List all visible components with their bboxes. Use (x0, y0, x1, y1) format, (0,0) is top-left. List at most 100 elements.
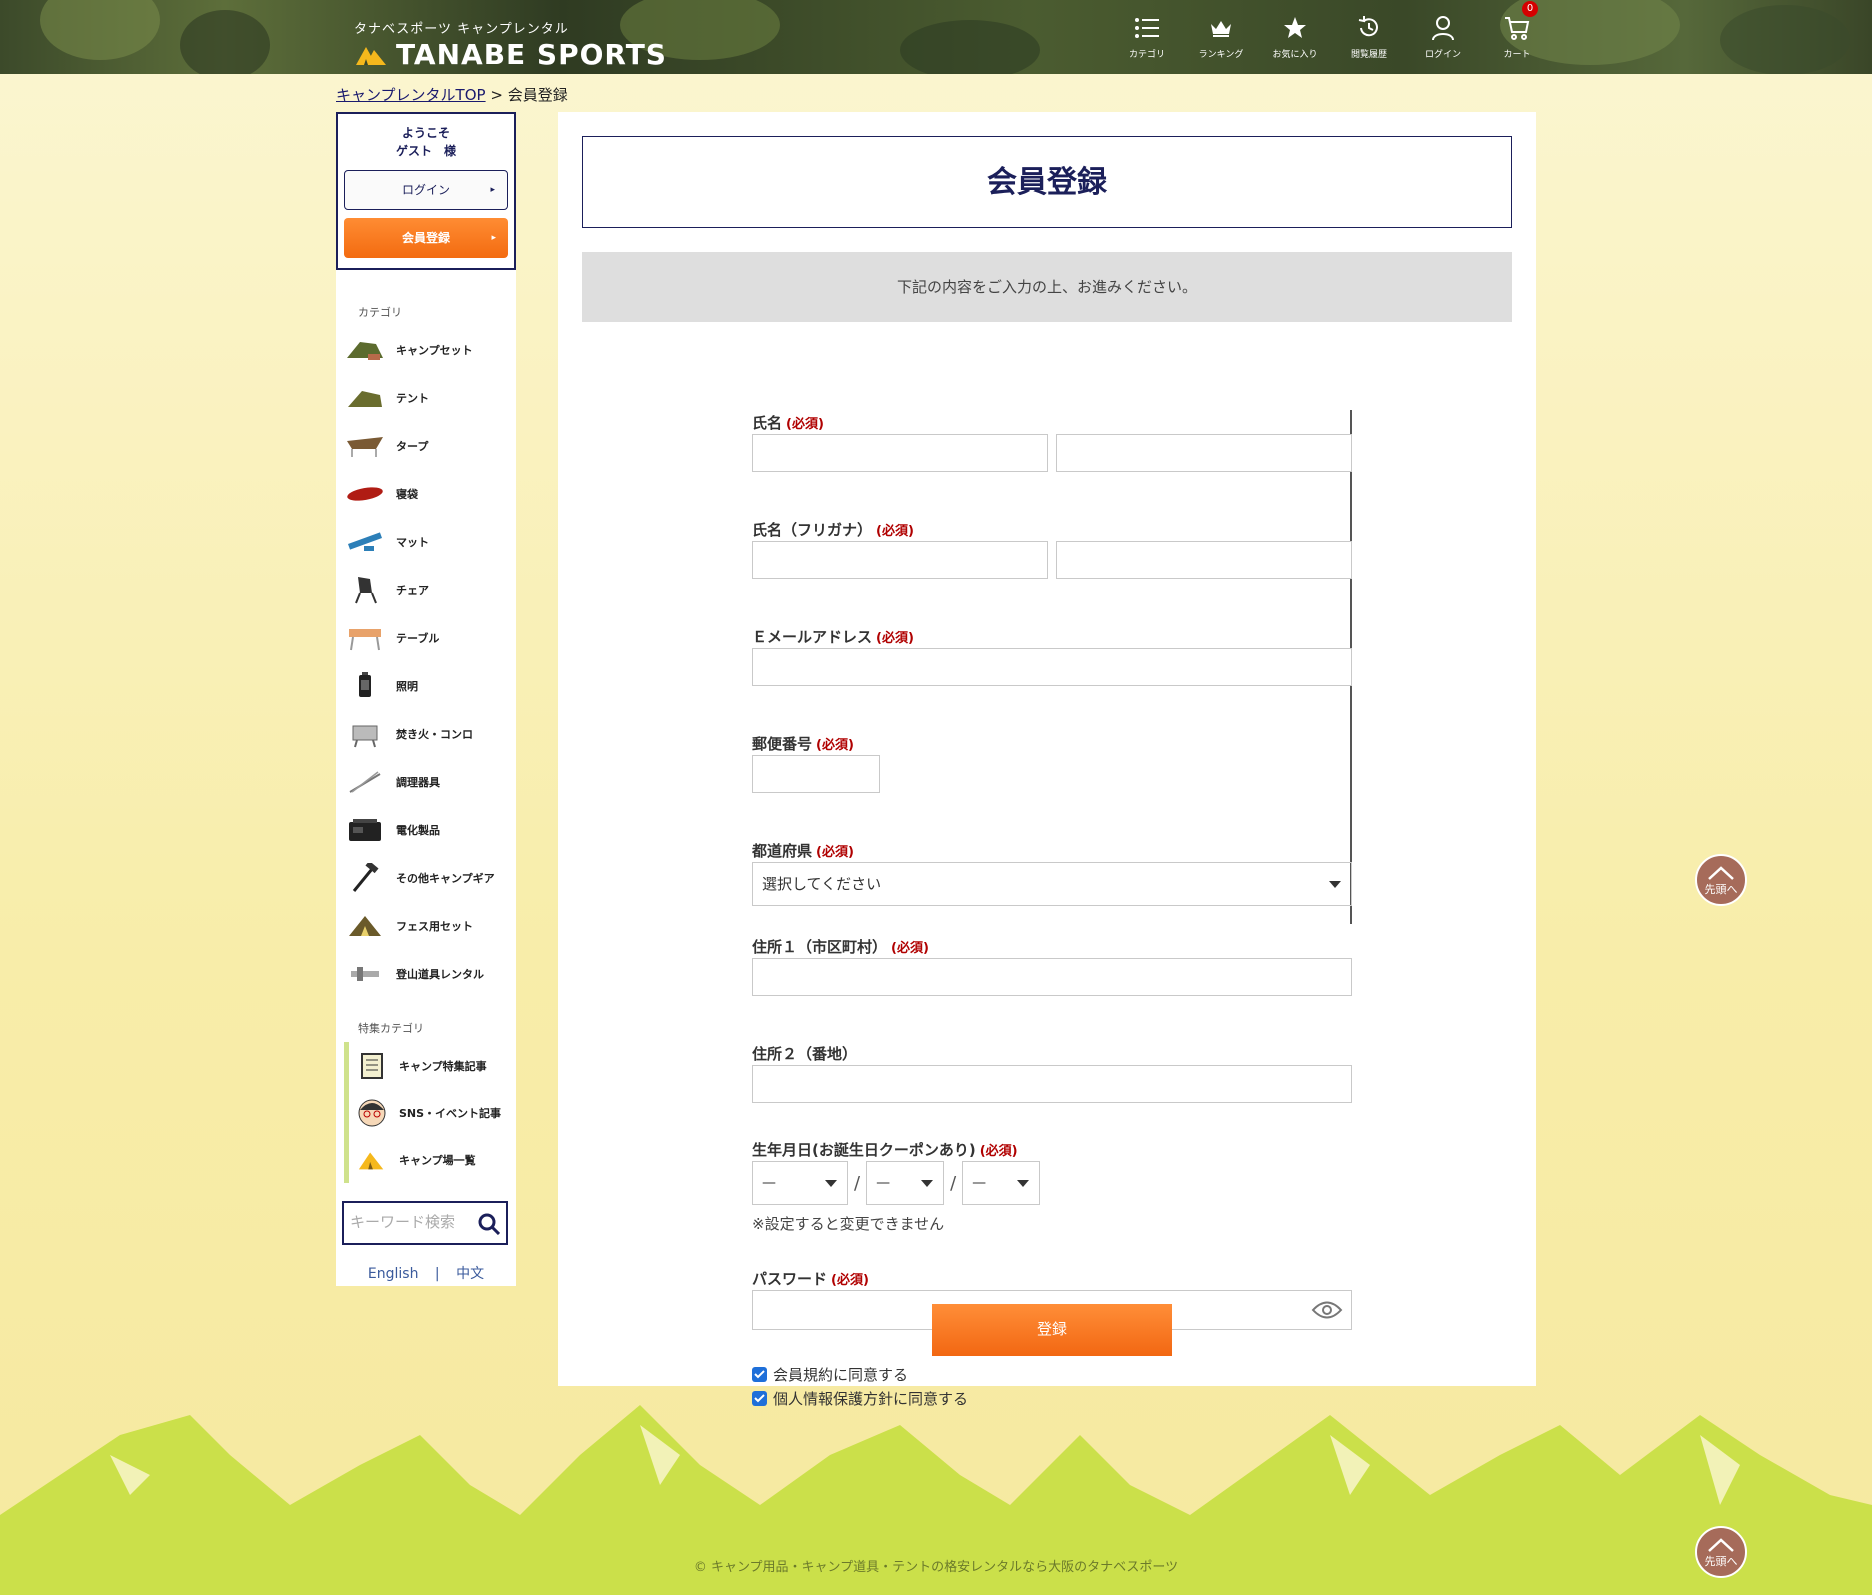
checkmark-icon (752, 1366, 767, 1382)
welcome-box: ようこそ ゲスト 様 ログイン ▸ 会員登録 ▸ (336, 112, 516, 270)
category-label: 調理器具 (396, 776, 440, 789)
sidebar-item-camp-articles[interactable]: キャンプ特集記事 (344, 1042, 516, 1089)
sidebar-item-climbing[interactable]: 登山道具レンタル (336, 950, 516, 998)
table-icon (346, 623, 384, 653)
zip-field[interactable] (752, 755, 880, 793)
category-label: 登山道具レンタル (396, 968, 484, 981)
welcome-greeting: ようこそ (401, 126, 450, 140)
keyword-search (342, 1201, 508, 1245)
address1-label: 住所１（市区町村） (必須) (752, 936, 1352, 958)
agree-terms-checkbox[interactable]: 会員規約に同意する (752, 1362, 1352, 1386)
sidebar-item-lighting[interactable]: 照明 (336, 662, 516, 710)
special-category-heading: 特集カテゴリ (358, 1022, 424, 1035)
nav-label: 閲覧履歴 (1350, 50, 1387, 60)
sidebar-item-cookware[interactable]: 調理器具 (336, 758, 516, 806)
sidebar-item-mat[interactable]: マット (336, 518, 516, 566)
user-icon (1431, 14, 1455, 42)
category-label: フェス用セット (396, 920, 473, 933)
chevron-up-icon (1708, 1538, 1734, 1552)
label-text: 住所１（市区町村） (752, 938, 888, 956)
brand-logo[interactable]: TANABE SPORTS (354, 38, 667, 71)
email-field[interactable] (752, 648, 1352, 686)
sidebar-item-sleeping-bag[interactable]: 寝袋 (336, 470, 516, 518)
stove-icon (346, 719, 384, 749)
special-label: SNS・イベント記事 (399, 1106, 502, 1120)
tent-logo-icon (354, 44, 388, 66)
back-to-top-button[interactable]: 先頭へ (1695, 854, 1747, 906)
sidebar-item-chair[interactable]: チェア (336, 566, 516, 614)
brand-subtitle: タナベスポーツ キャンプレンタル (354, 22, 569, 37)
sidebar-item-tarp[interactable]: タープ (336, 422, 516, 470)
sidebar-item-sns-events[interactable]: SNS・イベント記事 (344, 1089, 516, 1136)
last-name-kana-field[interactable] (752, 541, 1048, 579)
sidebar-item-electronics[interactable]: 電化製品 (336, 806, 516, 854)
nav-cart[interactable]: 0 カート (1480, 1, 1554, 60)
birth-month-select[interactable]: — (866, 1161, 945, 1205)
eye-icon[interactable] (1311, 1299, 1343, 1325)
prefecture-label: 都道府県 (必須) (752, 840, 1352, 862)
tent-icon (357, 1145, 387, 1175)
name-label: 氏名 (必須) (752, 412, 1352, 434)
nav-label: ログイン (1424, 50, 1461, 60)
sidebar-item-fes-set[interactable]: フェス用セット (336, 902, 516, 950)
name-group: 氏名 (必須) (752, 412, 1352, 472)
header-nav: カテゴリ ランキング お気に入り 閲覧履歴 ログイン 0 カート (1110, 1, 1554, 60)
prefecture-select[interactable]: 選択してください (752, 862, 1352, 906)
header-foliage (1720, 5, 1850, 74)
category-heading: カテゴリ (358, 306, 402, 319)
list-icon (1134, 14, 1160, 42)
sidebar-item-table[interactable]: テーブル (336, 614, 516, 662)
page-title: 会員登録 (582, 136, 1512, 228)
address1-field[interactable] (752, 958, 1352, 996)
birth-day-select[interactable]: — (962, 1161, 1041, 1205)
climbing-gear-icon (346, 959, 384, 989)
breadcrumb-home-link[interactable]: キャンプレンタルTOP (336, 86, 486, 104)
special-label: キャンプ場一覧 (399, 1153, 476, 1167)
birth-year-select[interactable]: — (752, 1161, 848, 1205)
required-tag: (必須) (891, 941, 929, 956)
sidebar-item-camp-set[interactable]: キャンプセット (336, 326, 516, 374)
nav-label: カテゴリ (1128, 50, 1165, 60)
nav-category[interactable]: カテゴリ (1110, 14, 1184, 60)
back-to-top-button[interactable]: 先頭へ (1695, 1526, 1747, 1578)
kana-fields (752, 541, 1352, 579)
lang-separator: | (434, 1266, 440, 1282)
nav-history[interactable]: 閲覧履歴 (1332, 14, 1406, 60)
hammer-icon (346, 863, 384, 893)
history-icon (1356, 14, 1382, 42)
sleeping-bag-icon (346, 479, 384, 509)
person-face-icon (357, 1098, 387, 1128)
copyright-text: © キャンプ用品・キャンプ道具・テントの格安レンタルなら大阪のタナベスポーツ (693, 1560, 1179, 1575)
password-label: パスワード (必須) (752, 1268, 1352, 1290)
chevron-up-icon (1708, 866, 1734, 880)
lang-english-link[interactable]: English (368, 1266, 419, 1282)
sidebar-login-button[interactable]: ログイン ▸ (344, 170, 508, 210)
sidebar-register-button[interactable]: 会員登録 ▸ (344, 218, 508, 258)
first-name-kana-field[interactable] (1056, 541, 1352, 579)
sidebar-item-stove[interactable]: 焚き火・コンロ (336, 710, 516, 758)
select-value: — (762, 1175, 776, 1191)
category-label: その他キャンプギア (396, 872, 495, 885)
header-foliage (40, 0, 160, 60)
last-name-field[interactable] (752, 434, 1048, 472)
sidebar: ようこそ ゲスト 様 ログイン ▸ 会員登録 ▸ カテゴリ キャンプセット テン… (336, 112, 516, 1286)
sidebar-item-tent[interactable]: テント (336, 374, 516, 422)
nav-login[interactable]: ログイン (1406, 14, 1480, 60)
search-input[interactable] (344, 1203, 464, 1241)
address2-field[interactable] (752, 1065, 1352, 1103)
power-station-icon (346, 815, 384, 845)
tarp-icon (346, 431, 384, 461)
sidebar-item-campsites[interactable]: キャンプ場一覧 (344, 1136, 516, 1183)
prefecture-group: 都道府県 (必須) 選択してください (752, 840, 1352, 906)
nav-ranking[interactable]: ランキング (1184, 14, 1258, 60)
sidebar-item-other-gear[interactable]: その他キャンプギア (336, 854, 516, 902)
first-name-field[interactable] (1056, 434, 1352, 472)
register-submit-button[interactable]: 登録 (932, 1304, 1172, 1356)
search-icon[interactable] (478, 1213, 501, 1239)
lang-chinese-link[interactable]: 中文 (456, 1266, 484, 1282)
required-tag: (必須) (816, 845, 854, 860)
birthday-selects: — / — / — (752, 1161, 1352, 1205)
main-content: 会員登録 下記の内容をご入力の上、お進みください。 氏名 (必須) 氏名（フリガナ… (558, 112, 1536, 1408)
nav-favorites[interactable]: お気に入り (1258, 14, 1332, 60)
label-text: 都道府県 (752, 842, 813, 860)
